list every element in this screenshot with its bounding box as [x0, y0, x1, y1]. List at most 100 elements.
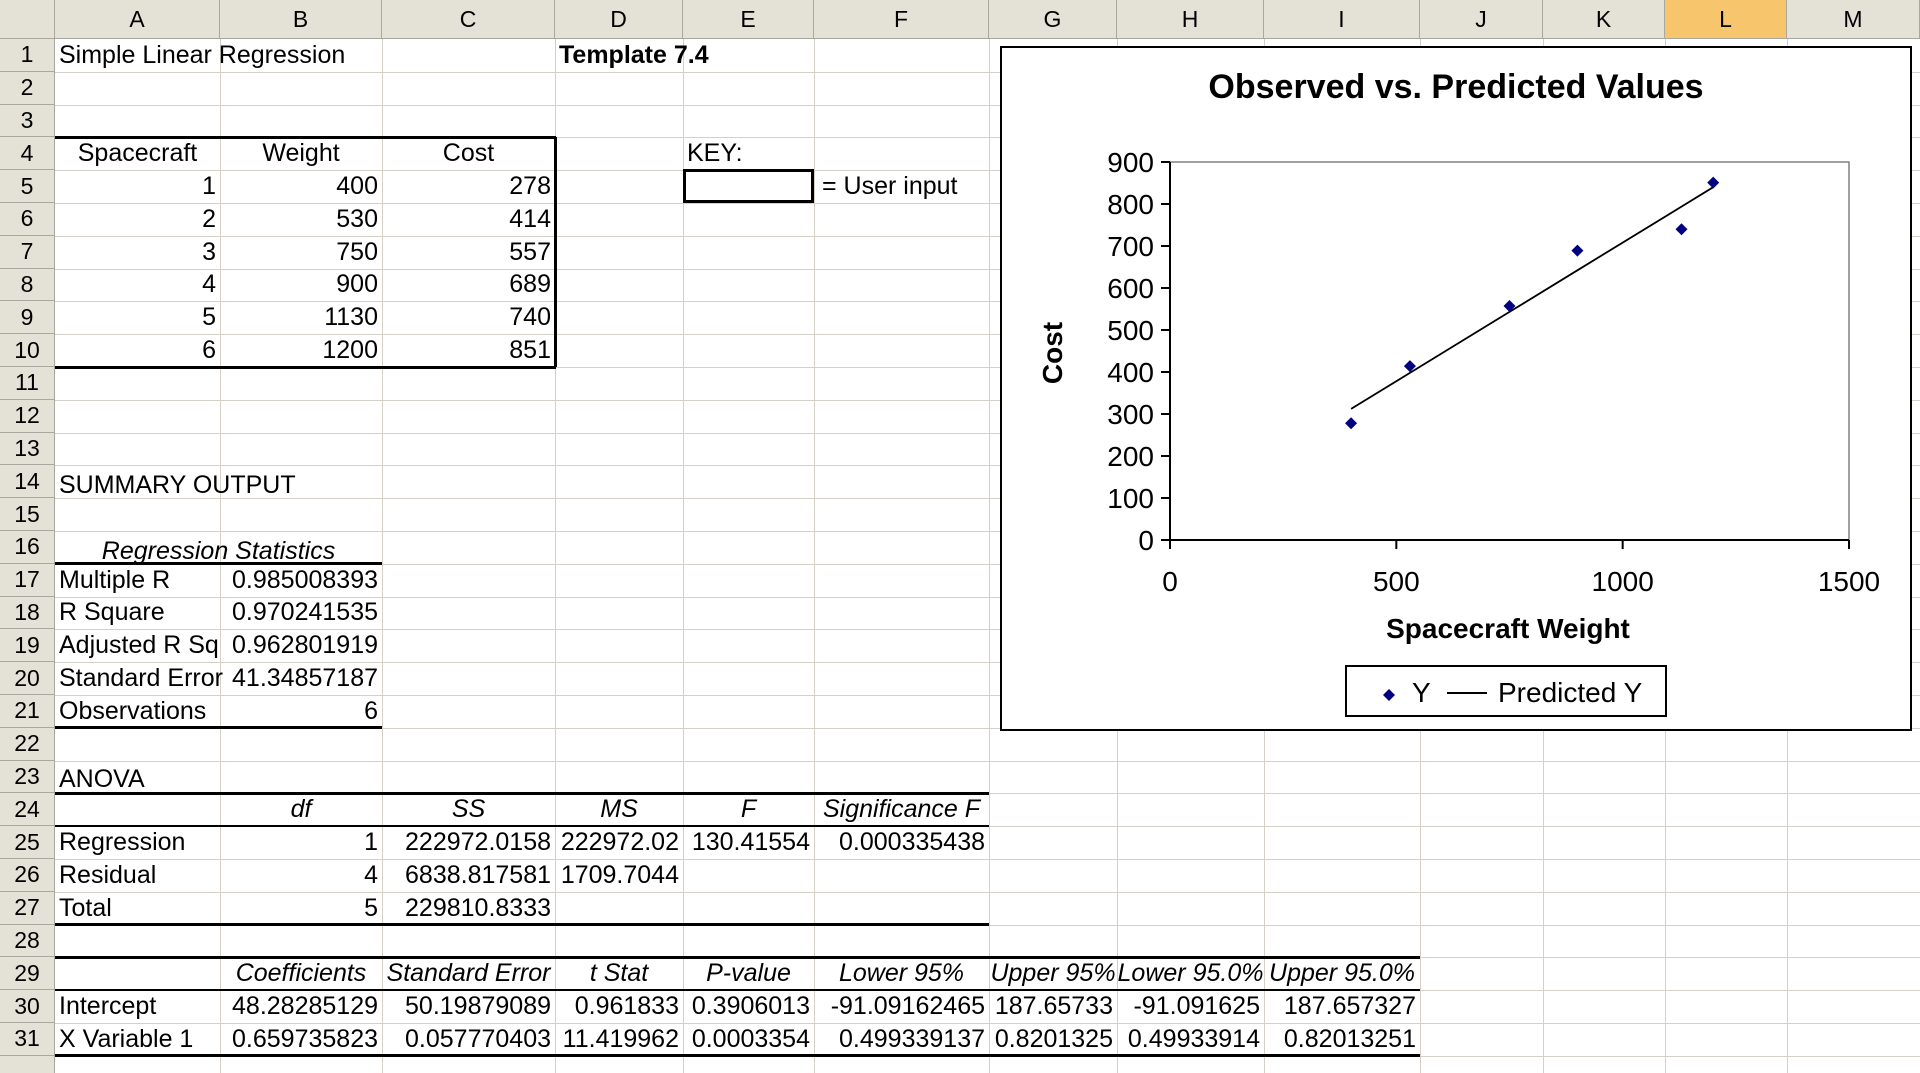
input-cell[interactable]: 3 [55, 236, 220, 269]
stat-label[interactable]: Multiple R [55, 564, 220, 597]
column-header-k[interactable]: K [1543, 0, 1665, 39]
key-label[interactable]: KEY: [683, 137, 813, 170]
coef-header[interactable]: P-value [683, 957, 814, 990]
coef-cell[interactable]: 0.82013251 [1264, 1023, 1420, 1056]
row-header-4[interactable]: 4 [0, 137, 55, 171]
anova-header[interactable]: MS [555, 793, 683, 826]
input-cell[interactable]: 4 [55, 269, 220, 302]
user-input-key-cell[interactable] [683, 169, 814, 203]
row-header-16[interactable]: 16 [0, 531, 55, 564]
anova-cell[interactable]: Total [55, 892, 220, 925]
column-header-d[interactable]: D [555, 0, 683, 39]
key-text[interactable]: = User input [818, 170, 988, 203]
column-header-l[interactable]: L [1665, 0, 1787, 39]
stat-label[interactable]: Adjusted R Sq [55, 629, 220, 662]
anova-cell[interactable]: 222972.02 [555, 826, 683, 859]
anova-cell[interactable]: 4 [220, 859, 382, 892]
column-header-c[interactable]: C [382, 0, 555, 39]
coef-cell[interactable]: 0.3906013 [683, 990, 814, 1023]
input-cell[interactable]: 900 [220, 269, 382, 302]
stat-label[interactable]: Observations [55, 695, 220, 728]
row-header-31[interactable]: 31 [0, 1023, 55, 1056]
select-all-corner[interactable] [0, 0, 55, 39]
stat-value[interactable]: 0.985008393 [220, 564, 382, 597]
row-header-10[interactable]: 10 [0, 334, 55, 367]
stat-value[interactable]: 41.34857187 [220, 662, 382, 695]
column-header-m[interactable]: M [1787, 0, 1920, 39]
anova-cell[interactable]: 222972.0158 [382, 826, 555, 859]
input-cell[interactable]: 557 [382, 236, 555, 269]
stat-label[interactable]: R Square [55, 597, 220, 630]
anova-cell[interactable]: 1 [220, 826, 382, 859]
coef-cell[interactable]: 187.657327 [1264, 990, 1420, 1023]
column-header-f[interactable]: F [814, 0, 989, 39]
row-header-29[interactable]: 29 [0, 957, 55, 991]
column-header-i[interactable]: I [1264, 0, 1420, 39]
input-header-2[interactable]: Cost [382, 137, 555, 170]
coef-cell[interactable]: 48.28285129 [220, 990, 382, 1023]
anova-cell[interactable] [683, 859, 814, 892]
anova-cell[interactable] [555, 892, 683, 925]
row-header-28[interactable]: 28 [0, 924, 55, 958]
anova-cell[interactable]: 6838.817581 [382, 859, 555, 892]
input-header-0[interactable]: Spacecraft [55, 137, 220, 170]
anova-cell[interactable]: Residual [55, 859, 220, 892]
row-header-27[interactable]: 27 [0, 891, 55, 925]
sheet-title[interactable]: Simple Linear Regression [55, 39, 385, 72]
anova-cell[interactable]: 5 [220, 892, 382, 925]
row-header-5[interactable]: 5 [0, 170, 55, 203]
coef-cell[interactable]: 11.419962 [555, 1023, 683, 1056]
column-header-b[interactable]: B [220, 0, 382, 39]
stat-value[interactable]: 0.962801919 [220, 629, 382, 662]
input-cell[interactable]: 1130 [220, 301, 382, 334]
column-header-e[interactable]: E [683, 0, 814, 39]
coef-cell[interactable]: 0.8201325 [989, 1023, 1117, 1056]
coef-header[interactable]: Coefficients [220, 957, 382, 990]
coef-cell[interactable]: 0.057770403 [382, 1023, 555, 1056]
anova-header[interactable]: F [683, 793, 814, 826]
input-cell[interactable]: 689 [382, 269, 555, 302]
anova-cell[interactable] [814, 892, 989, 925]
observed-vs-predicted-chart[interactable]: Observed vs. Predicted Values 0 100 200 300… [1000, 46, 1912, 731]
input-cell[interactable]: 740 [382, 301, 555, 334]
input-cell[interactable]: 2 [55, 203, 220, 236]
row-header-3[interactable]: 3 [0, 104, 55, 138]
stat-value[interactable]: 0.970241535 [220, 597, 382, 630]
input-cell[interactable]: 851 [382, 334, 555, 367]
coef-cell[interactable]: 0.659735823 [220, 1023, 382, 1056]
row-header-2[interactable]: 2 [0, 71, 55, 105]
row-header-13[interactable]: 13 [0, 432, 55, 466]
anova-header[interactable]: df [220, 793, 382, 826]
coef-cell[interactable]: -91.091625 [1117, 990, 1264, 1023]
coef-header[interactable]: Lower 95.0% [1117, 957, 1264, 990]
anova-cell[interactable]: 229810.8333 [382, 892, 555, 925]
input-cell[interactable]: 400 [220, 170, 382, 203]
coef-cell[interactable]: 0.499339137 [814, 1023, 989, 1056]
anova-cell[interactable] [814, 859, 989, 892]
row-header-20[interactable]: 20 [0, 662, 55, 695]
row-header-6[interactable]: 6 [0, 203, 55, 236]
row-header-17[interactable]: 17 [0, 563, 55, 597]
coef-cell[interactable]: 0.0003354 [683, 1023, 814, 1056]
input-cell[interactable]: 1 [55, 170, 220, 203]
row-header-12[interactable]: 12 [0, 399, 55, 433]
coef-header[interactable]: Standard Error [382, 957, 555, 990]
row-header-14[interactable]: 14 [0, 465, 55, 499]
row-header-9[interactable]: 9 [0, 301, 55, 335]
coef-cell[interactable]: 0.49933914 [1117, 1023, 1264, 1056]
row-header-8[interactable]: 8 [0, 268, 55, 302]
coef-cell[interactable]: 50.19879089 [382, 990, 555, 1023]
template-label[interactable]: Template 7.4 [555, 39, 755, 72]
row-header-7[interactable]: 7 [0, 235, 55, 269]
row-header-19[interactable]: 19 [0, 629, 55, 663]
row-header-partial[interactable] [0, 1055, 55, 1073]
anova-cell[interactable]: 1709.7044 [555, 859, 683, 892]
row-header-24[interactable]: 24 [0, 793, 55, 827]
row-header-25[interactable]: 25 [0, 826, 55, 859]
row-header-30[interactable]: 30 [0, 990, 55, 1023]
coef-header[interactable]: Upper 95.0% [1264, 957, 1420, 990]
input-cell[interactable]: 530 [220, 203, 382, 236]
input-header-1[interactable]: Weight [220, 137, 382, 170]
input-cell[interactable]: 1200 [220, 334, 382, 367]
column-header-j[interactable]: J [1420, 0, 1543, 39]
